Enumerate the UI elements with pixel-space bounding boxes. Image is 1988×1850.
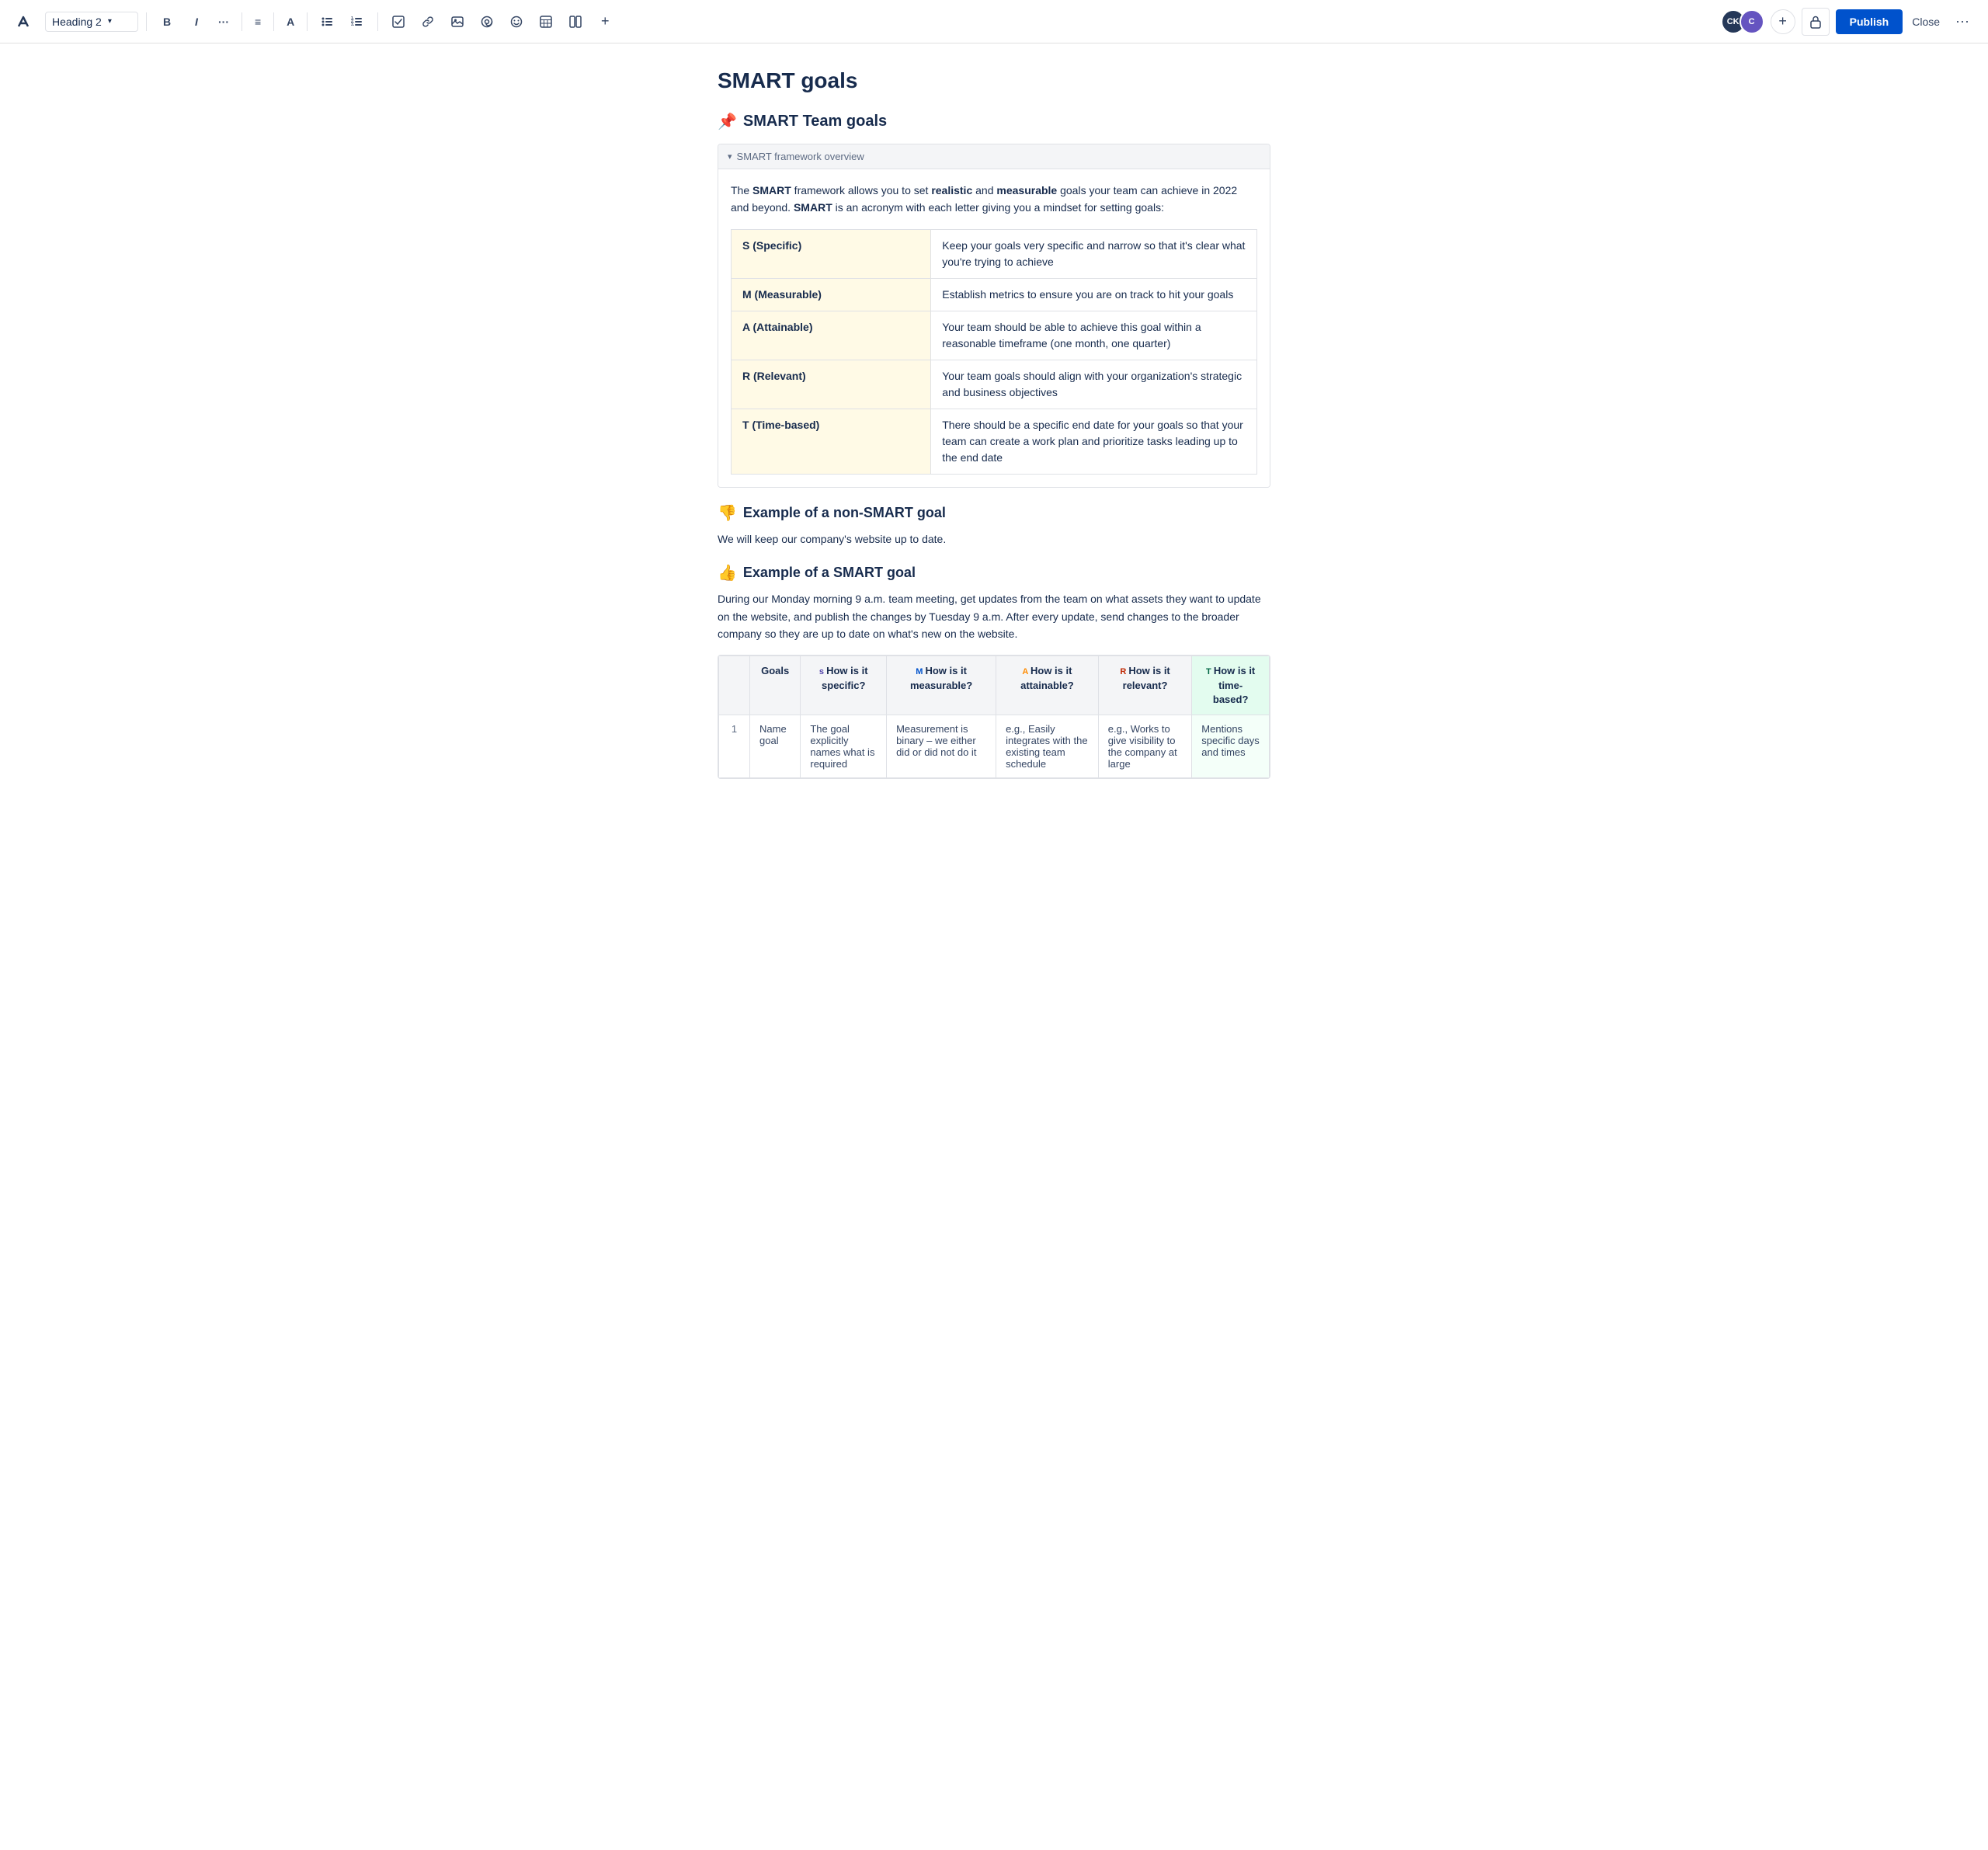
goals-table-body: 1 Name goal The goal explicitly names wh… bbox=[719, 715, 1270, 778]
more-insert-button[interactable]: + bbox=[593, 9, 617, 34]
goals-col-goals: Goals bbox=[750, 656, 801, 715]
avatar-group: CK C bbox=[1721, 9, 1764, 34]
smart-value: There should be a specific end date for … bbox=[931, 409, 1257, 474]
smart-key: A (Attainable) bbox=[732, 311, 931, 360]
goals-col-relevant: R How is it relevant? bbox=[1098, 656, 1192, 715]
smart-value: Your team should be able to achieve this… bbox=[931, 311, 1257, 360]
add-collaborator-button[interactable]: + bbox=[1771, 9, 1795, 34]
row-relevant: e.g., Works to give visibility to the co… bbox=[1098, 715, 1192, 778]
non-smart-heading: 👎 Example of a non-SMART goal bbox=[718, 503, 1270, 523]
smart-value: Keep your goals very specific and narrow… bbox=[931, 229, 1257, 278]
more-options-button[interactable]: ··· bbox=[1949, 10, 1976, 33]
section-heading: 📌 SMART Team goals bbox=[718, 112, 1270, 131]
link-button[interactable] bbox=[415, 9, 440, 34]
goals-table: Goalss How is it specific?M How is it me… bbox=[718, 655, 1270, 778]
toolbar-divider-5 bbox=[377, 12, 378, 31]
image-button[interactable] bbox=[445, 9, 470, 34]
goals-table-wrapper: Goalss How is it specific?M How is it me… bbox=[718, 655, 1270, 779]
smart-heading: 👍 Example of a SMART goal bbox=[718, 563, 1270, 582]
row-attainable: e.g., Easily integrates with the existin… bbox=[996, 715, 1099, 778]
smart-table-row: S (Specific)Keep your goals very specifi… bbox=[732, 229, 1257, 278]
smart-table-row: T (Time-based)There should be a specific… bbox=[732, 409, 1257, 474]
intro-text: The SMART framework allows you to set re… bbox=[731, 182, 1257, 217]
ordered-list-button[interactable]: 1.2.3. bbox=[345, 9, 370, 34]
expand-panel: ▾ SMART framework overview The SMART fra… bbox=[718, 144, 1270, 488]
smart-table-row: M (Measurable)Establish metrics to ensur… bbox=[732, 278, 1257, 311]
goals-table-head: Goalss How is it specific?M How is it me… bbox=[719, 656, 1270, 715]
close-button[interactable]: Close bbox=[1909, 9, 1943, 34]
smart-table-row: R (Relevant)Your team goals should align… bbox=[732, 360, 1257, 409]
expand-body: The SMART framework allows you to set re… bbox=[718, 169, 1270, 487]
bold-button[interactable]: B bbox=[155, 9, 179, 34]
task-button[interactable] bbox=[386, 9, 411, 34]
smart-table-row: A (Attainable)Your team should be able t… bbox=[732, 311, 1257, 360]
smart-key: M (Measurable) bbox=[732, 278, 931, 311]
page-title: SMART goals bbox=[718, 68, 1270, 93]
goals-col-attainable: A How is it attainable? bbox=[996, 656, 1099, 715]
smart-value: Your team goals should align with your o… bbox=[931, 360, 1257, 409]
toolbar-right: CK C + Publish Close ··· bbox=[1721, 8, 1976, 36]
avatar-c: C bbox=[1740, 9, 1764, 34]
expand-panel-label: SMART framework overview bbox=[737, 151, 864, 162]
italic-button[interactable]: I bbox=[184, 9, 209, 34]
toolbar-divider-1 bbox=[146, 12, 147, 31]
expand-header[interactable]: ▾ SMART framework overview bbox=[718, 144, 1270, 169]
smart-value: Establish metrics to ensure you are on t… bbox=[931, 278, 1257, 311]
row-measurable: Measurement is binary – we either did or… bbox=[887, 715, 996, 778]
logo-icon bbox=[12, 11, 34, 33]
toolbar-divider-4 bbox=[307, 12, 308, 31]
goals-col-num bbox=[719, 656, 750, 715]
row-timebased: Mentions specific days and times bbox=[1192, 715, 1270, 778]
content-area: SMART goals 📌 SMART Team goals ▾ SMART f… bbox=[699, 43, 1289, 816]
toolbar-divider-3 bbox=[273, 12, 274, 31]
non-smart-icon: 👎 bbox=[718, 503, 737, 523]
heading-select-label: Heading 2 bbox=[52, 16, 102, 28]
heading-select[interactable]: Heading 2 ▾ bbox=[45, 12, 138, 32]
row-specific: The goal explicitly names what is requir… bbox=[801, 715, 887, 778]
smart-key: S (Specific) bbox=[732, 229, 931, 278]
non-smart-heading-text: Example of a non-SMART goal bbox=[743, 505, 946, 521]
lock-button[interactable] bbox=[1802, 8, 1830, 36]
smart-framework-table: S (Specific)Keep your goals very specifi… bbox=[731, 229, 1257, 475]
layout-button[interactable] bbox=[563, 9, 588, 34]
smart-key: R (Relevant) bbox=[732, 360, 931, 409]
goals-col-measurable: M How is it measurable? bbox=[887, 656, 996, 715]
chevron-down-icon: ▾ bbox=[728, 151, 732, 162]
svg-text:3.: 3. bbox=[351, 23, 355, 27]
smart-text: During our Monday morning 9 a.m. team me… bbox=[718, 590, 1270, 642]
smart-heading-text: Example of a SMART goal bbox=[743, 565, 916, 581]
goals-col-specific: s How is it specific? bbox=[801, 656, 887, 715]
row-goals: Name goal bbox=[750, 715, 801, 778]
table-button[interactable] bbox=[533, 9, 558, 34]
publish-button[interactable]: Publish bbox=[1836, 9, 1903, 34]
section-heading-icon: 📌 bbox=[718, 112, 737, 131]
non-smart-text: We will keep our company's website up to… bbox=[718, 530, 1270, 548]
section-heading-text: SMART Team goals bbox=[743, 113, 887, 130]
bullet-list-button[interactable] bbox=[315, 9, 340, 34]
toolbar: Heading 2 ▾ B I ··· ≡ A 1.2.3. + bbox=[0, 0, 1988, 43]
smart-icon: 👍 bbox=[718, 563, 737, 582]
goals-table-row: 1 Name goal The goal explicitly names wh… bbox=[719, 715, 1270, 778]
mention-button[interactable] bbox=[474, 9, 499, 34]
chevron-down-icon: ▾ bbox=[108, 17, 112, 26]
more-format-button[interactable]: ··· bbox=[214, 9, 234, 34]
align-button[interactable]: ≡ bbox=[250, 9, 266, 34]
emoji-button[interactable] bbox=[504, 9, 529, 34]
goals-col-timebased: T How is it time-based? bbox=[1192, 656, 1270, 715]
smart-key: T (Time-based) bbox=[732, 409, 931, 474]
row-num: 1 bbox=[719, 715, 750, 778]
color-button[interactable]: A bbox=[282, 9, 299, 34]
